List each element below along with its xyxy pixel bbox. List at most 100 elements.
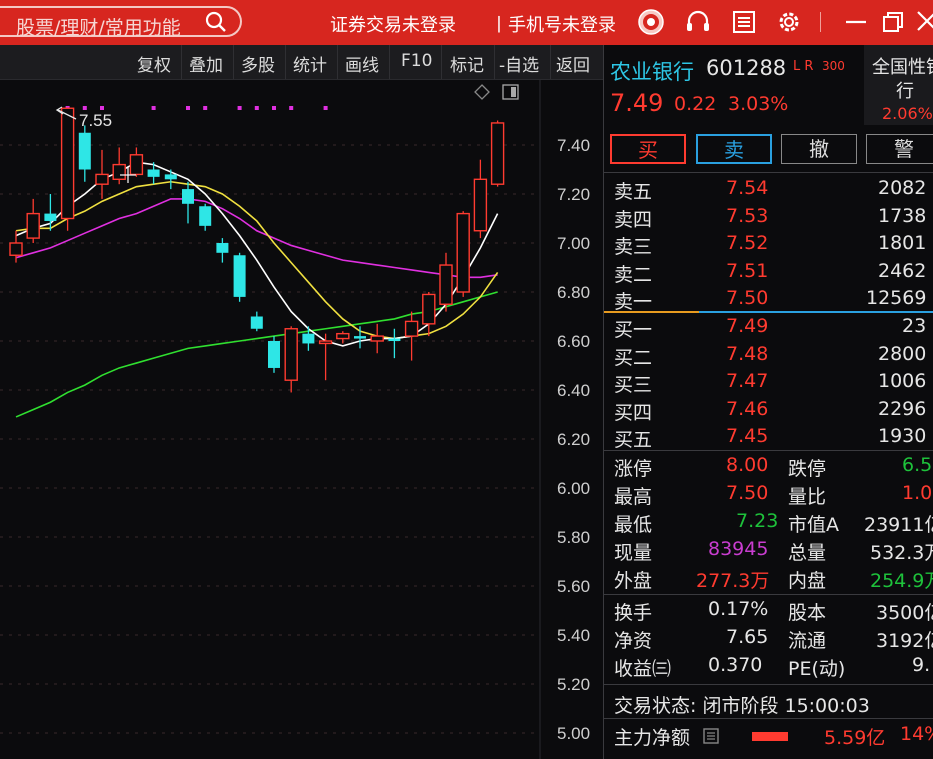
price-change: 0.22 [674, 93, 717, 115]
y-tick-label: 5.60 [557, 577, 590, 596]
statistics-button[interactable]: 统计 [293, 51, 327, 76]
y-tick-label: 7.20 [557, 185, 590, 204]
share-capital-label: 股本 [788, 602, 827, 624]
ask-price[interactable]: 7.53 [726, 205, 768, 227]
float-shares-value: 3192亿 [876, 630, 933, 652]
ask-volume: 1738 [878, 205, 927, 227]
y-tick-label: 5.80 [557, 528, 590, 547]
bid-ask-divider [699, 311, 933, 313]
low-label: 最低 [614, 514, 653, 536]
bid-price[interactable]: 7.47 [726, 370, 768, 392]
candle [129, 147, 144, 177]
bid-price[interactable]: 7.49 [726, 315, 768, 337]
bid-price[interactable]: 7.45 [726, 425, 768, 447]
quote-panel: 农业银行 601288 L R 300 全国性银 行 2.06% 7.49 0.… [603, 45, 933, 759]
candle-body [26, 212, 40, 239]
inner-volume-value: 254.9万 [870, 570, 933, 592]
back-button[interactable]: 返回 [556, 51, 590, 76]
stock-name: 农业银行 [610, 60, 694, 84]
candle-body [250, 316, 263, 329]
panel-toggle-icon[interactable] [502, 84, 519, 100]
pe-value: 9. [912, 654, 931, 676]
candle [318, 333, 333, 381]
candle [250, 311, 263, 332]
ask-price[interactable]: 7.52 [726, 232, 768, 254]
broker-login-link[interactable]: 证券交易未登录 [330, 11, 456, 37]
event-marker [272, 106, 276, 110]
document-icon[interactable] [702, 727, 720, 745]
ask-price[interactable]: 7.51 [726, 260, 768, 282]
buy-button[interactable]: 买 [610, 134, 686, 164]
sell-button[interactable]: 卖 [696, 134, 772, 164]
volume-ratio-label: 量比 [788, 486, 827, 508]
headset-icon[interactable] [684, 8, 712, 36]
candlesticks[interactable] [9, 107, 505, 393]
cancel-order-button[interactable]: 撤 [781, 134, 857, 164]
bid-volume: 1930 [878, 425, 927, 447]
candle [233, 252, 246, 302]
ask-volume: 12569 [866, 287, 927, 309]
eps-label: 收益㈢ [614, 658, 672, 680]
turnover-label: 换手 [614, 602, 653, 624]
minimize-icon[interactable] [842, 8, 870, 36]
candle-body [268, 341, 280, 368]
search-box[interactable]: 股票/理财/常用功能 [0, 6, 242, 40]
current-volume-value: 83945 [708, 538, 769, 560]
main-flow-pct: 14% [900, 723, 933, 745]
total-volume-value: 532.3万 [870, 542, 933, 564]
title-bar: 股票/理财/常用功能 证券交易未登录 丨手机号未登录 [0, 0, 933, 45]
f10-button[interactable]: F10 [401, 51, 432, 71]
close-icon[interactable] [914, 8, 933, 36]
price-change-pct: 3.03% [728, 93, 789, 115]
search-icon[interactable] [204, 10, 228, 34]
draw-line-button[interactable]: 画线 [345, 51, 379, 76]
fuquan-button[interactable]: 复权 [137, 51, 171, 76]
title-bar-divider [820, 12, 821, 32]
bid-volume: 2800 [878, 343, 927, 365]
mark-button[interactable]: 标记 [450, 51, 484, 76]
bid-price[interactable]: 7.46 [726, 398, 768, 420]
y-tick-label: 6.20 [557, 430, 590, 449]
multi-stock-button[interactable]: 多股 [241, 51, 275, 76]
candle [268, 336, 280, 373]
bid-label: 买五 [614, 429, 653, 451]
candle-body [60, 107, 75, 220]
candle-body [233, 255, 246, 297]
bid-label: 买一 [614, 319, 653, 341]
diamond-icon[interactable] [474, 84, 490, 100]
candle-body [44, 213, 57, 221]
y-tick-label: 6.00 [557, 479, 590, 498]
phone-login-link[interactable]: 丨手机号未登录 [490, 11, 616, 37]
ask-volume: 2082 [878, 177, 927, 199]
candle [9, 230, 23, 263]
y-tick-label: 6.60 [557, 332, 590, 351]
stock-tags: L R [793, 59, 814, 74]
overlay-button[interactable]: 叠加 [189, 51, 223, 76]
sector-box[interactable]: 全国性银 行 2.06% [864, 45, 933, 125]
alert-button[interactable]: 警 [866, 134, 933, 164]
ask-price[interactable]: 7.50 [726, 287, 768, 309]
add-watchlist-button[interactable]: -自选 [499, 51, 539, 76]
kline-chart[interactable]: 7.40 7.20 7.00 6.80 6.60 6.40 6.20 6.00 5.80 5.60… [0, 79, 603, 759]
net-assets-label: 净资 [614, 630, 653, 652]
candle-body [354, 336, 366, 339]
event-marker [151, 106, 156, 110]
market-cap-label: 市值A [788, 514, 839, 536]
high-label: 最高 [614, 486, 653, 508]
bid-label: 买三 [614, 374, 653, 396]
candle-body [318, 340, 333, 345]
candle-body [199, 206, 212, 226]
bid-price[interactable]: 7.48 [726, 343, 768, 365]
ask-price[interactable]: 7.54 [726, 177, 768, 199]
event-marker [254, 106, 259, 110]
logo-icon[interactable] [637, 8, 665, 36]
gear-icon[interactable] [775, 8, 803, 36]
candle-body [388, 338, 401, 341]
pe-label: PE(动) [788, 658, 846, 680]
candle [354, 326, 366, 349]
search-input[interactable]: 股票/理财/常用功能 [16, 13, 181, 40]
restore-icon[interactable] [879, 8, 907, 36]
last-price: 7.49 [610, 89, 664, 117]
high-price-label: 7.55 [79, 111, 112, 130]
list-icon[interactable] [730, 8, 758, 36]
